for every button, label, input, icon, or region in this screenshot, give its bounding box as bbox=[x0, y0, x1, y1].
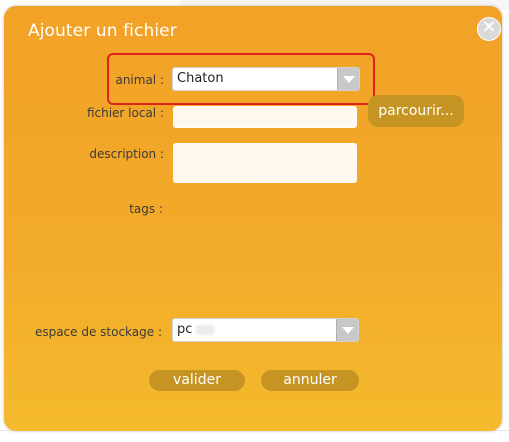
description-label: description : bbox=[89, 147, 164, 161]
close-button[interactable]: ✕ bbox=[477, 17, 501, 41]
fichier-local-label: fichier local : bbox=[86, 106, 164, 120]
redacted-text bbox=[196, 324, 215, 335]
annotation-highlight bbox=[107, 53, 375, 105]
chevron-down-icon bbox=[336, 319, 358, 341]
espace-stockage-select[interactable]: pc bbox=[172, 318, 359, 342]
add-file-dialog: Ajouter un fichier ✕ animal : Chaton fic… bbox=[4, 6, 502, 431]
fichier-local-input[interactable] bbox=[173, 106, 357, 128]
parcourir-button[interactable]: parcourir... bbox=[368, 95, 464, 127]
description-textarea[interactable] bbox=[173, 143, 357, 183]
espace-stockage-label: espace de stockage : bbox=[34, 325, 162, 339]
espace-stockage-value: pc bbox=[177, 322, 215, 337]
close-icon: ✕ bbox=[481, 17, 497, 38]
dialog-title: Ajouter un fichier bbox=[28, 21, 177, 41]
annuler-button[interactable]: annuler bbox=[261, 370, 359, 391]
valider-button[interactable]: valider bbox=[149, 370, 245, 391]
tags-label: tags : bbox=[129, 202, 163, 216]
